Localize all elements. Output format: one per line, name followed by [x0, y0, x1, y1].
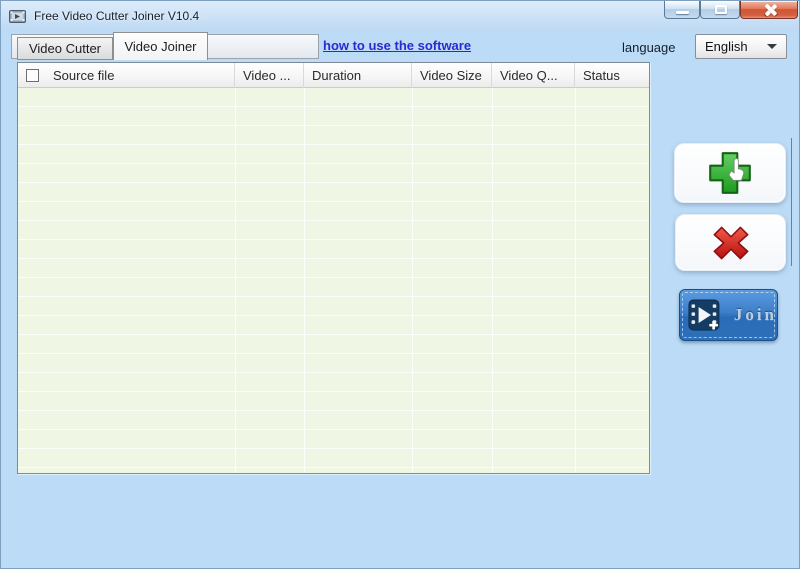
column-header-source-file[interactable]: Source file [18, 63, 235, 88]
column-label: Video ... [243, 68, 290, 83]
maximize-button[interactable] [700, 1, 740, 19]
column-header-status[interactable]: Status [575, 63, 649, 88]
app-icon [9, 8, 27, 24]
green-plus-icon [705, 148, 755, 198]
column-label: Status [583, 68, 620, 83]
language-label: language [622, 40, 676, 55]
chevron-down-icon [767, 44, 777, 49]
minimize-button[interactable] [664, 1, 700, 19]
film-join-icon [688, 297, 720, 333]
column-header-video[interactable]: Video ... [235, 63, 304, 88]
close-button[interactable] [740, 1, 798, 19]
join-button[interactable]: Join [679, 289, 778, 341]
tab-video-cutter[interactable]: Video Cutter [17, 37, 113, 60]
table-header: Source file Video ... Duration Video Size Vi… [18, 63, 649, 88]
help-link[interactable]: how to use the software [323, 38, 471, 53]
column-label: Source file [53, 68, 114, 83]
column-grid-line [412, 88, 413, 473]
column-header-video-q[interactable]: Video Q... [492, 63, 575, 88]
tab-label: Video Joiner [124, 39, 196, 54]
window-controls [664, 1, 798, 19]
app-window: Free Video Cutter Joiner V10.4 Video Cut… [0, 0, 800, 569]
column-header-duration[interactable]: Duration [304, 63, 412, 88]
add-files-button[interactable] [674, 143, 786, 203]
column-header-video-size[interactable]: Video Size [412, 63, 492, 88]
close-icon [764, 4, 776, 16]
column-label: Video Size [420, 68, 482, 83]
minimize-icon [676, 11, 689, 14]
remove-files-button[interactable] [675, 214, 786, 271]
column-grid-line [492, 88, 493, 473]
language-dropdown[interactable]: English [695, 34, 787, 59]
file-list-panel: Source file Video ... Duration Video Size Vi… [17, 62, 650, 474]
column-label: Video Q... [500, 68, 558, 83]
column-grid-line [304, 88, 305, 473]
column-label: Duration [312, 68, 361, 83]
red-cross-icon [706, 220, 756, 266]
maximize-icon [715, 5, 727, 14]
vertical-divider-line [791, 138, 792, 266]
select-all-checkbox[interactable] [26, 69, 39, 82]
language-selected-value: English [705, 39, 767, 54]
window-title: Free Video Cutter Joiner V10.4 [34, 9, 199, 23]
join-button-label: Join [734, 305, 777, 325]
column-grid-line [235, 88, 236, 473]
tab-label: Video Cutter [29, 41, 101, 56]
tab-video-joiner[interactable]: Video Joiner [113, 32, 208, 60]
column-grid-line [575, 88, 576, 473]
title-bar: Free Video Cutter Joiner V10.4 [1, 1, 800, 31]
table-body[interactable] [18, 88, 649, 473]
